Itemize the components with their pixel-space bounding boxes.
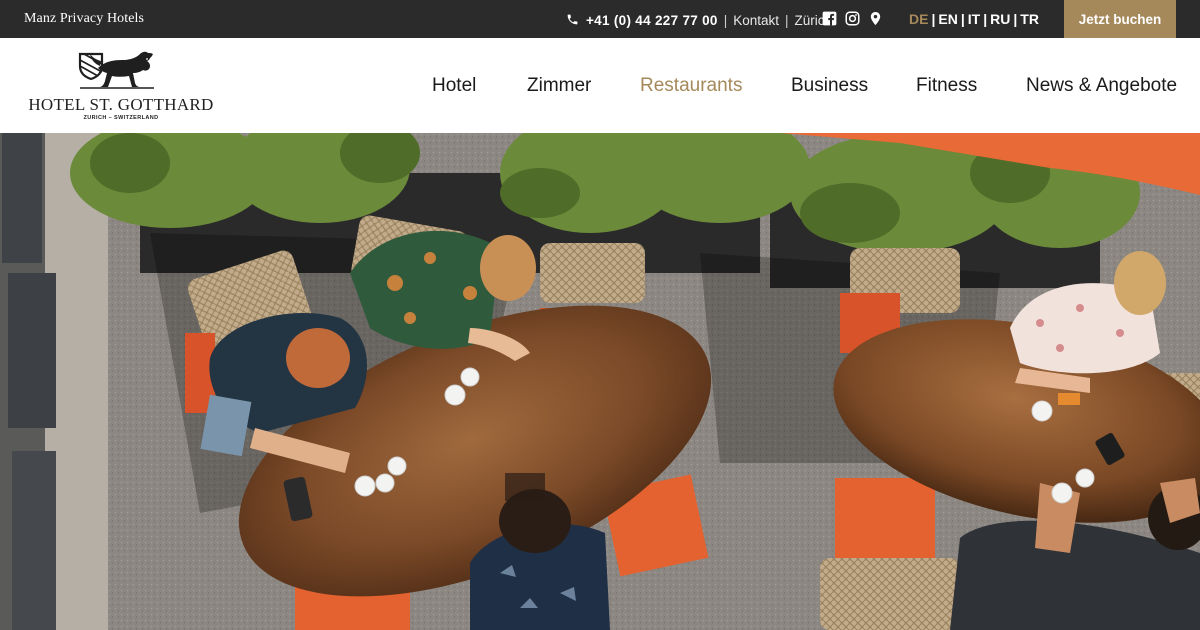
nav-item-hotel[interactable]: Hotel: [432, 75, 476, 97]
facebook-icon[interactable]: [822, 11, 837, 26]
hero-image-terrace-dining: [0, 133, 1200, 630]
hotel-location: ZURICH – SWITZERLAND: [83, 115, 159, 121]
phone-icon: [566, 13, 580, 27]
lang-de[interactable]: DE: [909, 11, 928, 27]
phone-number[interactable]: +41 (0) 44 227 77 00: [586, 13, 718, 28]
instagram-icon[interactable]: [845, 11, 860, 26]
separator: |: [931, 11, 936, 27]
lang-ru[interactable]: RU: [990, 11, 1010, 27]
main-navigation: Hotel Zimmer Restaurants Business Fitnes…: [0, 75, 1200, 99]
separator: |: [1013, 11, 1018, 27]
nav-item-news-angebote[interactable]: News & Angebote: [1026, 75, 1177, 97]
social-links: [822, 11, 883, 26]
language-switcher: DE | EN | IT | RU | TR: [909, 11, 1039, 27]
top-bar: Manz Privacy Hotels +41 (0) 44 227 77 00…: [0, 0, 1200, 38]
separator: |: [785, 12, 789, 28]
map-pin-icon[interactable]: [868, 11, 883, 26]
contact-link[interactable]: Kontakt: [733, 13, 779, 28]
nav-item-restaurants[interactable]: Restaurants: [640, 75, 742, 97]
lang-en[interactable]: EN: [938, 11, 957, 27]
separator: |: [723, 12, 728, 28]
nav-item-fitness[interactable]: Fitness: [916, 75, 977, 97]
group-brand[interactable]: Manz Privacy Hotels: [24, 11, 144, 27]
main-header: HOTEL ST. GOTTHARD ZURICH – SWITZERLAND …: [0, 38, 1200, 133]
nav-item-zimmer[interactable]: Zimmer: [527, 75, 591, 97]
nav-item-business[interactable]: Business: [791, 75, 868, 97]
separator: |: [983, 11, 988, 27]
lang-tr[interactable]: TR: [1020, 11, 1039, 27]
book-now-button[interactable]: Jetzt buchen: [1064, 0, 1176, 38]
separator: |: [960, 11, 965, 27]
lang-it[interactable]: IT: [968, 11, 980, 27]
contact-info: +41 (0) 44 227 77 00 | Kontakt | Zürich: [566, 11, 832, 29]
